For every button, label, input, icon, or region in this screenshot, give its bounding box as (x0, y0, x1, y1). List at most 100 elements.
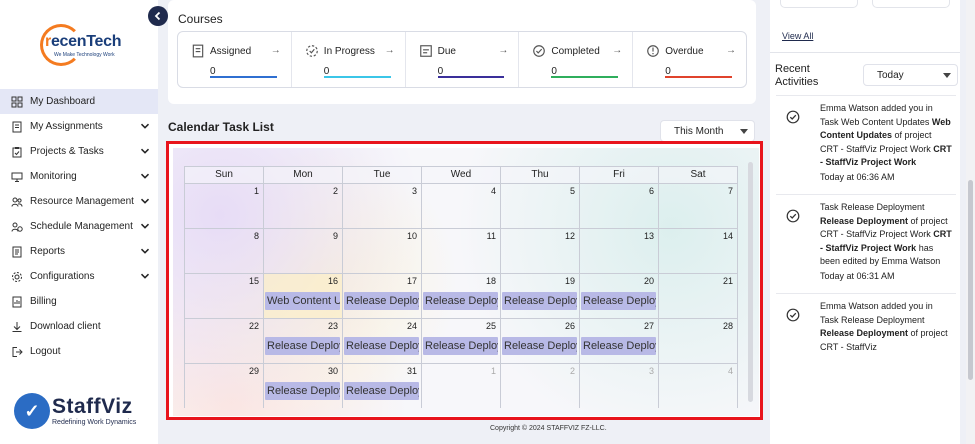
calendar-day-cell[interactable]: 4 (659, 364, 738, 408)
day-number: 1 (490, 366, 496, 376)
calendar-day-cell[interactable]: 4 (422, 184, 501, 228)
sidebar-item-download-client[interactable]: Download client (0, 314, 158, 339)
stat-overdue[interactable]: Overdue → 0 (633, 32, 746, 87)
day-number: 15 (248, 276, 259, 286)
calendar-event[interactable]: Release Deployment (423, 292, 498, 310)
calendar-event[interactable]: Release Deployment (265, 382, 340, 400)
activity-fragment: Emma Watson added you in Task Web Conten… (820, 103, 933, 127)
day-number: 31 (406, 366, 417, 376)
weekday-header: Wed (422, 167, 501, 183)
day-number: 4 (490, 186, 496, 196)
people-icon (10, 195, 24, 209)
calendar-event[interactable]: Release Deployment (502, 292, 577, 310)
calendar-day-cell[interactable]: 28 (659, 319, 738, 363)
calendar-day-cell[interactable]: 1 (422, 364, 501, 408)
page-scrollbar-thumb[interactable] (968, 180, 973, 380)
sidebar-item-monitoring[interactable]: Monitoring (0, 164, 158, 189)
sidebar-item-reports[interactable]: Reports (0, 239, 158, 264)
calendar-day-cell[interactable]: 15 (185, 274, 264, 318)
calendar-event[interactable]: Release Deployment (423, 337, 498, 355)
calendar-event[interactable]: Release Deployment (581, 337, 656, 355)
sidebar-item-billing[interactable]: Billing (0, 289, 158, 314)
calendar-day-cell[interactable]: 24 Release Deployment (343, 319, 422, 363)
calendar-day-cell[interactable]: 16 Web Content Updates (264, 274, 343, 318)
calendar-week-row: 1 2 3 4 5 6 7 (184, 183, 738, 228)
calendar-day-cell[interactable]: 5 (501, 184, 580, 228)
calendar-day-cell[interactable]: 6 (580, 184, 659, 228)
stat-assigned[interactable]: Assigned → 0 (178, 32, 292, 87)
sidebar-item-configurations[interactable]: Configurations (0, 264, 158, 289)
calendar-event[interactable]: Release Deployment (502, 337, 577, 355)
calendar-day-cell[interactable]: 3 (343, 184, 422, 228)
calendar-range-select[interactable]: This Month (660, 120, 755, 142)
calendar-event[interactable]: Release Deployment (344, 382, 419, 400)
activity-item: Task Release Deployment Release Deployme… (776, 194, 956, 283)
calendar-event[interactable]: Release Deployment (344, 292, 419, 310)
sidebar-item-schedule-management[interactable]: Schedule Management (0, 214, 158, 239)
calendar-day-cell[interactable]: 22 (185, 319, 264, 363)
calendar-day-cell[interactable]: 8 (185, 229, 264, 273)
calendar-day-cell[interactable]: 2 (264, 184, 343, 228)
calendar-event[interactable]: Release Deployment (581, 292, 656, 310)
calendar-day-cell[interactable]: 7 (659, 184, 738, 228)
calendar-day-cell[interactable]: 1 (185, 184, 264, 228)
stat-due[interactable]: Due → 0 (406, 32, 520, 87)
calendar-day-cell[interactable]: 10 (343, 229, 422, 273)
calendar-day-cell[interactable]: 21 (659, 274, 738, 318)
calendar-event[interactable]: Release Deployment (265, 337, 340, 355)
calendar-day-cell[interactable]: 20 Release Deployment (580, 274, 659, 318)
sidebar-item-my-dashboard[interactable]: My Dashboard (0, 89, 158, 114)
view-all-link[interactable]: View All (782, 31, 813, 41)
day-number: 3 (411, 186, 417, 196)
sidebar-item-my-assignments[interactable]: My Assignments (0, 114, 158, 139)
calendar-week-row: 22 23 Release Deployment 24 Release Deployme… (184, 318, 738, 363)
sidebar-item-label: Logout (30, 346, 61, 357)
weekday-header: Tue (343, 167, 422, 183)
stat-completed[interactable]: Completed → 0 (519, 32, 634, 87)
day-number: 30 (327, 366, 338, 376)
sidebar-item-resource-management[interactable]: Resource Management (0, 189, 158, 214)
sidebar-item-projects-tasks[interactable]: Projects & Tasks (0, 139, 158, 164)
activity-item: Emma Watson added you in Task Web Conten… (776, 95, 956, 184)
calendar-day-cell[interactable]: 30 Release Deployment (264, 364, 343, 408)
day-number: 29 (248, 366, 259, 376)
day-number: 2 (569, 366, 575, 376)
stat-underline (551, 76, 619, 78)
stat-label: In Progress (323, 46, 375, 57)
calendar-day-cell[interactable]: 23 Release Deployment (264, 319, 343, 363)
calendar-day-cell[interactable]: 3 (580, 364, 659, 408)
activity-filter-select[interactable]: Today (863, 64, 958, 86)
calendar-day-cell[interactable]: 13 (580, 229, 659, 273)
calendar-event[interactable]: Web Content Updates (265, 292, 340, 310)
chevron-down-icon (140, 196, 150, 206)
calendar-event[interactable]: Release Deployment (344, 337, 419, 355)
summary-tile (872, 0, 950, 8)
stat-in-progress[interactable]: In Progress → 0 (292, 32, 406, 87)
calendar-day-cell[interactable]: 9 (264, 229, 343, 273)
assignments-icon (10, 120, 24, 134)
sidebar-collapse-button[interactable] (148, 6, 168, 26)
chevron-left-icon (154, 11, 161, 21)
calendar-day-cell[interactable]: 31 Release Deployment (343, 364, 422, 408)
calendar-day-cell[interactable]: 2 (501, 364, 580, 408)
calendar-day-cell[interactable]: 26 Release Deployment (501, 319, 580, 363)
day-number: 10 (406, 231, 417, 241)
calendar-day-cell[interactable]: 14 (659, 229, 738, 273)
calendar-day-cell[interactable]: 12 (501, 229, 580, 273)
calendar-day-cell[interactable]: 27 Release Deployment (580, 319, 659, 363)
calendar-scrollbar[interactable] (748, 162, 753, 402)
chevron-down-icon (140, 221, 150, 231)
calendar-day-cell[interactable]: 18 Release Deployment (422, 274, 501, 318)
check-circle-icon (786, 308, 800, 322)
sidebar-item-label: My Assignments (30, 121, 103, 132)
calendar-day-cell[interactable]: 19 Release Deployment (501, 274, 580, 318)
calendar-day-cell[interactable]: 25 Release Deployment (422, 319, 501, 363)
day-number: 12 (564, 231, 575, 241)
chevron-down-icon (140, 246, 150, 256)
calendar-day-cell[interactable]: 29 (185, 364, 264, 408)
calendar-day-cell[interactable]: 17 Release Deployment (343, 274, 422, 318)
sidebar-item-logout[interactable]: Logout (0, 339, 158, 364)
calendar-frame: Sun Mon Tue Wed Thu Fri Sat 1 2 3 4 5 6 7 8 9 10 11 12 13 1… (166, 141, 763, 420)
calendar-day-cell[interactable]: 11 (422, 229, 501, 273)
day-number: 17 (406, 276, 417, 286)
